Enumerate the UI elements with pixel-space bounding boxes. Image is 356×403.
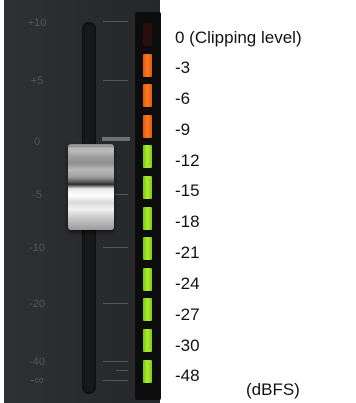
- fader-scale-minus20: -20: [29, 298, 45, 310]
- meter-segment-green: [143, 359, 152, 383]
- meter-segment-green: [143, 206, 152, 230]
- meter-segment-orange: [143, 114, 152, 138]
- fader-tick: [103, 303, 128, 304]
- fader-tick: [103, 247, 128, 248]
- meter-segment-orange: [143, 53, 152, 77]
- meter-segment-green: [143, 298, 152, 322]
- fader-tick: [103, 80, 128, 81]
- meter-label-minus6: -6: [175, 89, 191, 108]
- meter-label-minus12: -12: [175, 151, 200, 170]
- fader-unity-tick: [102, 137, 130, 141]
- meter-label-minus9: -9: [175, 120, 191, 139]
- meter-label-minus18: -18: [175, 212, 200, 231]
- meter-label-0-clipping: 0 (Clipping level): [175, 28, 302, 47]
- fader-tick: [103, 380, 128, 381]
- meter-label-minus15: -15: [175, 181, 200, 200]
- meter-label-minus24: -24: [175, 274, 200, 293]
- fader-scale-minus40: -40: [29, 356, 45, 368]
- meter-segment-green: [143, 267, 152, 291]
- meter-segment-off: [143, 23, 152, 46]
- fader-knob[interactable]: [68, 144, 114, 230]
- fader-scale-plus10: +10: [27, 17, 47, 29]
- meter-label-minus3: -3: [175, 58, 191, 77]
- meter-segment-green: [143, 176, 152, 199]
- mixer-channel-panel: +10 +5 0 -5 -10 -20 -40 -∞: [4, 0, 161, 403]
- meter-segment-green: [143, 329, 152, 352]
- meter-segment-green: [143, 145, 152, 169]
- fader-scale-0: 0: [33, 136, 41, 148]
- meter-label-minus27: -27: [175, 305, 200, 324]
- meter-label-minus21: -21: [175, 243, 200, 262]
- fader-scale-minus5: -5: [32, 189, 42, 201]
- fader-tick: [116, 370, 128, 371]
- fader-scale-minus10: -10: [29, 242, 45, 254]
- fader-tick: [103, 21, 128, 22]
- fader-scale-minus-infinity: -∞: [30, 372, 44, 387]
- meter-label-minus30: -30: [175, 336, 200, 355]
- meter-segment-green: [143, 237, 152, 261]
- meter-unit-label: (dBFS): [246, 380, 300, 399]
- meter-label-minus48: -48: [175, 366, 200, 385]
- fader-tick: [103, 361, 128, 362]
- fader-scale-plus5: +5: [30, 75, 44, 87]
- meter-segment-orange: [143, 84, 152, 108]
